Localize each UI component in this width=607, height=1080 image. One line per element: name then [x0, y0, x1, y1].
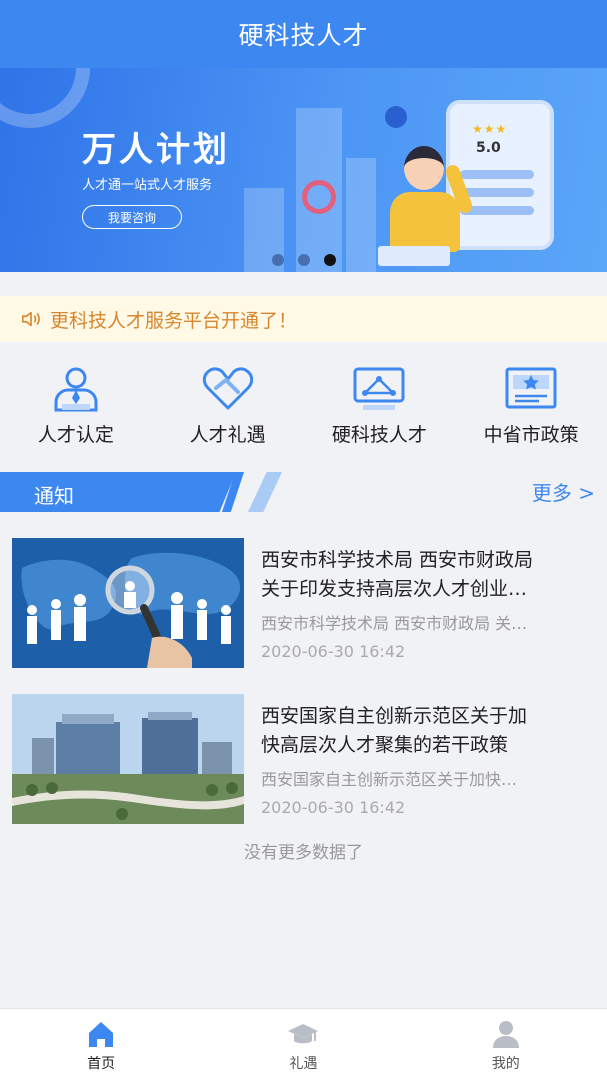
- rating-stars: ★★★: [472, 122, 508, 136]
- section-title: 通知: [34, 484, 74, 508]
- news-title-line: 关于印发支持高层次人才创业…: [261, 578, 528, 600]
- banner-person-illustration: [404, 146, 444, 190]
- user-icon: [492, 1021, 519, 1048]
- person-id-icon: [54, 367, 98, 412]
- no-more-data-text: 没有更多数据了: [244, 843, 363, 863]
- screen-network-icon: [353, 367, 405, 410]
- news-list-item[interactable]: 西安市科学技术局 西安市财政局 关于印发支持高层次人才创业… 西安市科学技术局 …: [0, 538, 607, 678]
- menu-item-label: 硬科技人才: [331, 424, 427, 446]
- notice-section-header: 通知 更多 >: [0, 472, 607, 512]
- news-summary: 西安国家自主创新示范区关于加快…: [261, 770, 518, 789]
- banner-paper-illustration: [378, 246, 450, 266]
- news-thumbnail: [12, 694, 244, 824]
- news-title-line: 西安国家自主创新示范区关于加: [261, 705, 528, 727]
- more-link[interactable]: 更多 >: [532, 477, 595, 506]
- news-title-line: 快高层次人才聚集的若干政策: [261, 734, 509, 756]
- carousel-indicator: [272, 254, 336, 266]
- phone-line: [460, 170, 534, 179]
- menu-item-hard-tech-talent[interactable]: 硬科技人才: [304, 342, 456, 464]
- news-title-line: 西安市科学技术局 西安市财政局: [261, 549, 534, 571]
- tab-mine[interactable]: 我的: [405, 1009, 607, 1080]
- notice-bar[interactable]: 更科技人才服务平台开通了！: [0, 296, 607, 342]
- news-thumbnail: [12, 538, 244, 668]
- graduation-cap-icon: [288, 1024, 319, 1044]
- consult-button[interactable]: 我要咨询: [82, 205, 182, 229]
- banner-subtitle: 人才通一站式人才服务: [82, 178, 213, 193]
- menu-item-label: 中省市政策: [483, 424, 579, 446]
- tab-label: 首页: [87, 1056, 116, 1072]
- tab-label: 我的: [491, 1056, 520, 1072]
- speaker-icon: [21, 311, 40, 327]
- heart-hands-icon: [202, 367, 253, 410]
- banner-decoration: [0, 68, 90, 128]
- banner-ring-decoration: [302, 180, 336, 214]
- page-title: 硬科技人才: [238, 21, 369, 50]
- banner-title: 万人计划: [82, 130, 230, 170]
- banner-carousel[interactable]: 万人计划 人才通一站式人才服务 我要咨询 ★★★ 5.0: [0, 68, 607, 272]
- carousel-dot[interactable]: [272, 254, 284, 266]
- menu-item-talent-certification[interactable]: 人才认定: [0, 342, 152, 464]
- phone-line: [460, 188, 534, 197]
- menu-item-label: 人才礼遇: [189, 424, 266, 446]
- notice-text: 更科技人才服务平台开通了！: [50, 309, 298, 332]
- banner-person-illustration: [390, 192, 460, 252]
- menu-item-policies[interactable]: 中省市政策: [455, 342, 607, 464]
- bottom-tab-bar: 首页 礼遇 我的: [0, 1008, 607, 1080]
- news-summary: 西安市科学技术局 西安市财政局 关…: [261, 614, 528, 633]
- banner-dot-decoration: [385, 106, 407, 128]
- app-header: 硬科技人才: [0, 0, 607, 68]
- menu-item-label: 人才认定: [37, 424, 114, 446]
- menu-item-talent-benefits[interactable]: 人才礼遇: [152, 342, 304, 464]
- tab-benefits[interactable]: 礼遇: [202, 1009, 404, 1080]
- news-time: 2020-06-30 16:42: [261, 642, 406, 661]
- banner-building: [346, 158, 376, 272]
- section-header-stripe: [248, 472, 282, 512]
- rating-score: 5.0: [476, 140, 501, 156]
- carousel-dot-active[interactable]: [324, 254, 336, 266]
- quick-menu: 人才认定 人才礼遇 硬科技人才 中省市政策: [0, 342, 607, 464]
- home-icon: [89, 1022, 114, 1047]
- news-title: 西安国家自主创新示范区关于加 快高层次人才聚集的若干政策: [261, 702, 597, 760]
- star-certificate-icon: [505, 367, 557, 409]
- news-time: 2020-06-30 16:42: [261, 798, 406, 817]
- news-list-item[interactable]: 西安国家自主创新示范区关于加 快高层次人才聚集的若干政策 西安国家自主创新示范区…: [0, 694, 607, 834]
- tab-home[interactable]: 首页: [0, 1009, 202, 1080]
- tab-label: 礼遇: [289, 1056, 318, 1072]
- banner-phone-illustration: ★★★ 5.0: [446, 100, 554, 250]
- carousel-dot[interactable]: [298, 254, 310, 266]
- news-title: 西安市科学技术局 西安市财政局 关于印发支持高层次人才创业…: [261, 546, 597, 604]
